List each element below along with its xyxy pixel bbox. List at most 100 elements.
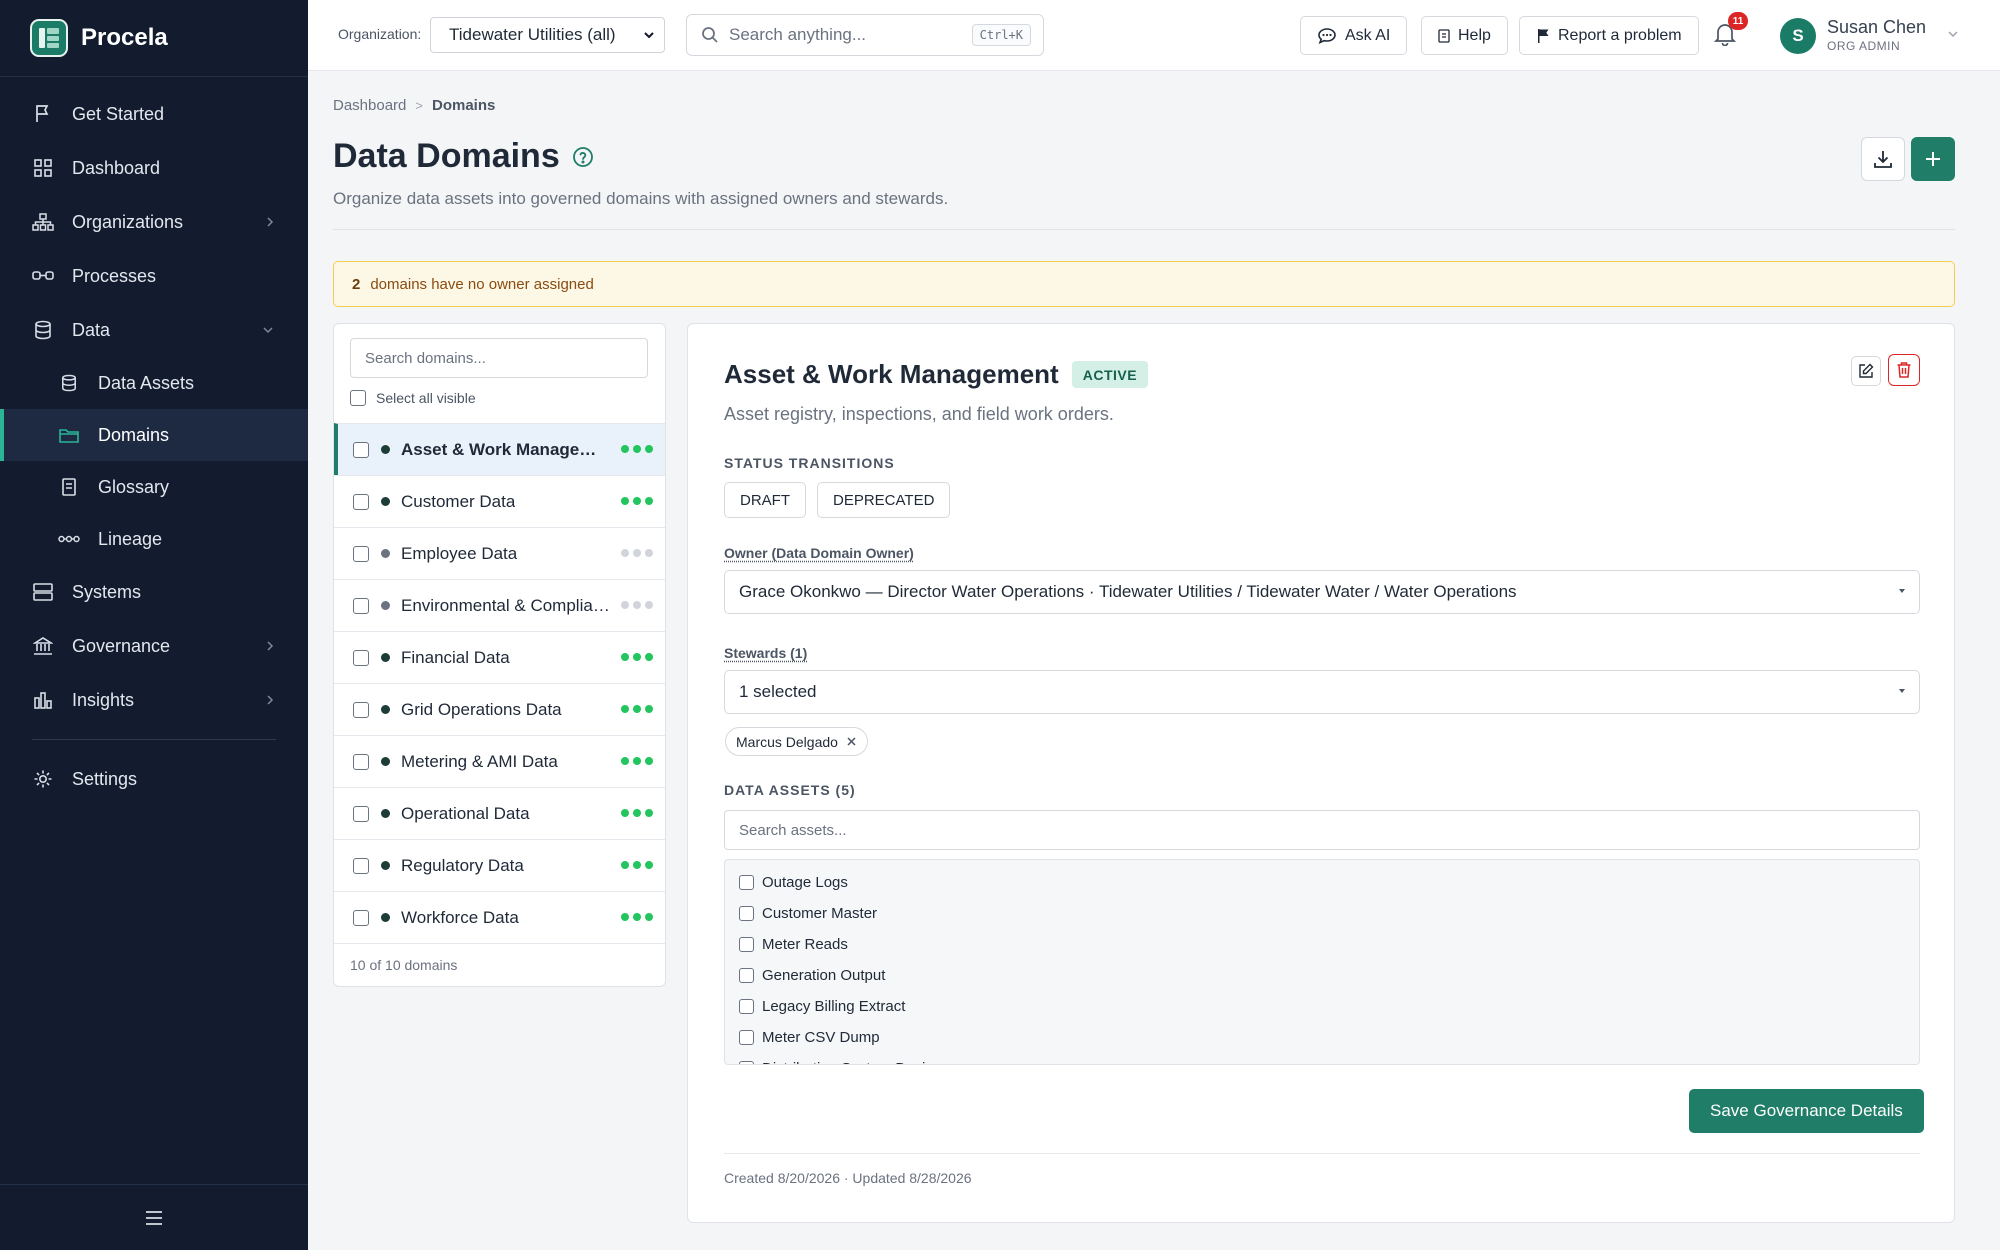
nav-item-organizations[interactable]: Organizations <box>0 195 308 249</box>
health-dot <box>621 549 629 557</box>
asset-item[interactable]: Generation Output <box>725 960 1919 991</box>
domain-list-item[interactable]: Environmental & Compliance <box>334 579 665 631</box>
help-button[interactable]: Help <box>1421 16 1508 55</box>
domain-list-item[interactable]: Workforce Data <box>334 891 665 943</box>
asset-name: Outage Logs <box>762 874 848 891</box>
domain-checkbox[interactable] <box>353 441 369 458</box>
nav-item-glossary[interactable]: Glossary <box>0 461 308 513</box>
domain-checkbox[interactable] <box>353 753 369 770</box>
nav-item-dashboard[interactable]: Dashboard <box>0 141 308 195</box>
lineage-icon <box>58 528 80 550</box>
domain-checkbox[interactable] <box>353 805 369 822</box>
nav-item-insights[interactable]: Insights <box>0 673 308 727</box>
breadcrumb: Dashboard > Domains <box>333 97 495 114</box>
domain-list-item[interactable]: Asset & Work Management <box>334 423 665 475</box>
asset-name: Legacy Billing Extract <box>762 998 906 1015</box>
domain-list-item[interactable]: Metering & AMI Data <box>334 735 665 787</box>
book-icon <box>58 476 80 498</box>
health-dot <box>621 601 629 609</box>
nav-label: Dashboard <box>72 157 161 178</box>
nav-item-governance[interactable]: Governance <box>0 619 308 673</box>
asset-item[interactable]: Legacy Billing Extract <box>725 991 1919 1022</box>
nav-item-data[interactable]: Data <box>0 303 308 357</box>
sidebar: Procela Get Started Dashboard Organizati… <box>0 0 308 1250</box>
brand[interactable]: Procela <box>0 0 308 77</box>
add-domain-button[interactable] <box>1911 137 1955 181</box>
domain-checkbox[interactable] <box>353 701 369 718</box>
domain-checkbox[interactable] <box>353 857 369 874</box>
asset-checkbox[interactable] <box>739 1061 754 1064</box>
nav-item-processes[interactable]: Processes <box>0 249 308 303</box>
health-dot <box>645 445 653 453</box>
global-search-input[interactable]: Search anything... Ctrl+K <box>686 14 1044 56</box>
remove-steward-icon[interactable] <box>846 736 857 747</box>
nav-item-lineage[interactable]: Lineage <box>0 513 308 565</box>
save-governance-button[interactable]: Save Governance Details <box>1689 1089 1924 1133</box>
transition-draft-button[interactable]: DRAFT <box>724 482 806 518</box>
asset-item[interactable]: Distribution System Design <box>725 1053 1919 1064</box>
nav-item-domains[interactable]: Domains <box>0 409 308 461</box>
page-title-text: Data Domains <box>333 137 560 175</box>
domain-checkbox[interactable] <box>353 545 369 562</box>
nav-item-data-assets[interactable]: Data Assets <box>0 357 308 409</box>
health-dot <box>645 601 653 609</box>
caret-down-icon <box>1897 687 1907 695</box>
asset-name: Meter CSV Dump <box>762 1029 880 1046</box>
asset-item[interactable]: Outage Logs <box>725 867 1919 898</box>
stewards-select[interactable]: 1 selected <box>724 670 1920 714</box>
org-chart-icon <box>32 211 54 233</box>
export-button[interactable] <box>1861 137 1905 181</box>
assets-search-input[interactable]: Search assets... <box>724 810 1920 850</box>
edit-domain-button[interactable] <box>1851 356 1881 386</box>
domain-list-item[interactable]: Operational Data <box>334 787 665 839</box>
owner-select-value: Grace Okonkwo — Director Water Operation… <box>739 582 1517 601</box>
domain-name: Regulatory Data <box>401 855 524 875</box>
asset-name: Meter Reads <box>762 936 848 953</box>
breadcrumb-current: Domains <box>431 97 496 114</box>
steward-tag-label: Marcus Delgado <box>736 733 838 750</box>
domain-list-item[interactable]: Employee Data <box>334 527 665 579</box>
nav-item-get-started[interactable]: Get Started <box>0 87 308 141</box>
domain-checkbox[interactable] <box>353 493 369 510</box>
ask-ai-button[interactable]: Ask AI <box>1300 16 1408 55</box>
org-select[interactable]: Tidewater Utilities (all) <box>430 17 665 53</box>
breadcrumb-parent[interactable]: Dashboard <box>333 97 406 114</box>
domain-list-item[interactable]: Regulatory Data <box>334 839 665 891</box>
avatar[interactable]: S <box>1780 18 1816 54</box>
domain-checkbox[interactable] <box>353 649 369 666</box>
asset-checklist[interactable]: Outage Logs Customer Master Meter Reads Gen… <box>724 859 1920 1065</box>
asset-checkbox[interactable] <box>739 999 754 1014</box>
owner-select[interactable]: Grace Okonkwo — Director Water Operation… <box>724 570 1920 614</box>
asset-checkbox[interactable] <box>739 1030 754 1045</box>
domain-checkbox[interactable] <box>353 909 369 926</box>
select-all-checkbox[interactable] <box>350 390 366 406</box>
user-menu-chevron-icon[interactable] <box>1947 30 1959 38</box>
download-icon <box>1872 148 1894 170</box>
flag-icon <box>32 103 54 125</box>
asset-checkbox[interactable] <box>739 937 754 952</box>
nav-item-systems[interactable]: Systems <box>0 565 308 619</box>
domain-list-item[interactable]: Customer Data <box>334 475 665 527</box>
domain-search-input[interactable]: Search domains... <box>350 338 648 378</box>
edit-icon <box>1858 363 1874 379</box>
asset-checkbox[interactable] <box>739 875 754 890</box>
select-all-visible[interactable]: Select all visible <box>350 390 476 406</box>
search-icon <box>701 26 719 44</box>
user-name[interactable]: Susan Chen <box>1827 17 1926 38</box>
page-subtitle: Organize data assets into governed domai… <box>333 189 949 208</box>
asset-checkbox[interactable] <box>739 968 754 983</box>
help-circle-icon[interactable] <box>572 146 594 168</box>
domain-list-item[interactable]: Financial Data <box>334 631 665 683</box>
asset-item[interactable]: Meter Reads <box>725 929 1919 960</box>
domain-checkbox[interactable] <box>353 597 369 614</box>
asset-checkbox[interactable] <box>739 906 754 921</box>
report-problem-button[interactable]: Report a problem <box>1519 16 1699 55</box>
asset-item[interactable]: Customer Master <box>725 898 1919 929</box>
missing-owner-alert: 2 domains have no owner assigned <box>333 261 1955 307</box>
collapse-sidebar-button[interactable] <box>0 1184 308 1250</box>
domain-list-item[interactable]: Grid Operations Data <box>334 683 665 735</box>
nav-item-settings[interactable]: Settings <box>0 752 308 806</box>
transition-deprecated-button[interactable]: DEPRECATED <box>817 482 951 518</box>
asset-item[interactable]: Meter CSV Dump <box>725 1022 1919 1053</box>
delete-domain-button[interactable] <box>1888 354 1920 386</box>
